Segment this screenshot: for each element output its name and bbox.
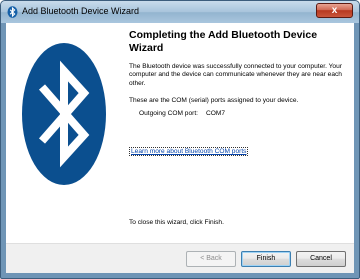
page-title: Completing the Add Bluetooth Device Wiza… <box>129 29 318 54</box>
success-message: The Bluetooth device was successfully co… <box>129 63 342 87</box>
wizard-window: Add Bluetooth Device Wizard x Completing… <box>0 0 360 279</box>
back-button[interactable]: < Back <box>186 251 236 267</box>
finish-button[interactable]: Finish <box>241 251 291 267</box>
button-bar: < Back Finish Cancel <box>6 243 354 273</box>
left-banner <box>6 23 122 243</box>
cancel-button[interactable]: Cancel <box>296 251 346 267</box>
outgoing-com-port-label: Outgoing COM port: <box>139 110 199 117</box>
learn-more-link[interactable]: Learn more about Bluetooth COM ports <box>129 147 249 156</box>
bluetooth-icon <box>7 6 18 18</box>
outgoing-com-port-value: COM7 <box>206 110 226 117</box>
com-ports-intro: These are the COM (serial) ports assigne… <box>129 97 299 104</box>
title-bar[interactable]: Add Bluetooth Device Wizard x <box>1 1 359 23</box>
window-title: Add Bluetooth Device Wizard <box>22 6 140 16</box>
close-instruction: To close this wizard, click Finish. <box>129 219 224 226</box>
wizard-client-area: Completing the Add Bluetooth Device Wiza… <box>6 23 354 273</box>
close-button[interactable]: x <box>316 3 353 18</box>
bluetooth-logo-icon <box>22 43 106 185</box>
